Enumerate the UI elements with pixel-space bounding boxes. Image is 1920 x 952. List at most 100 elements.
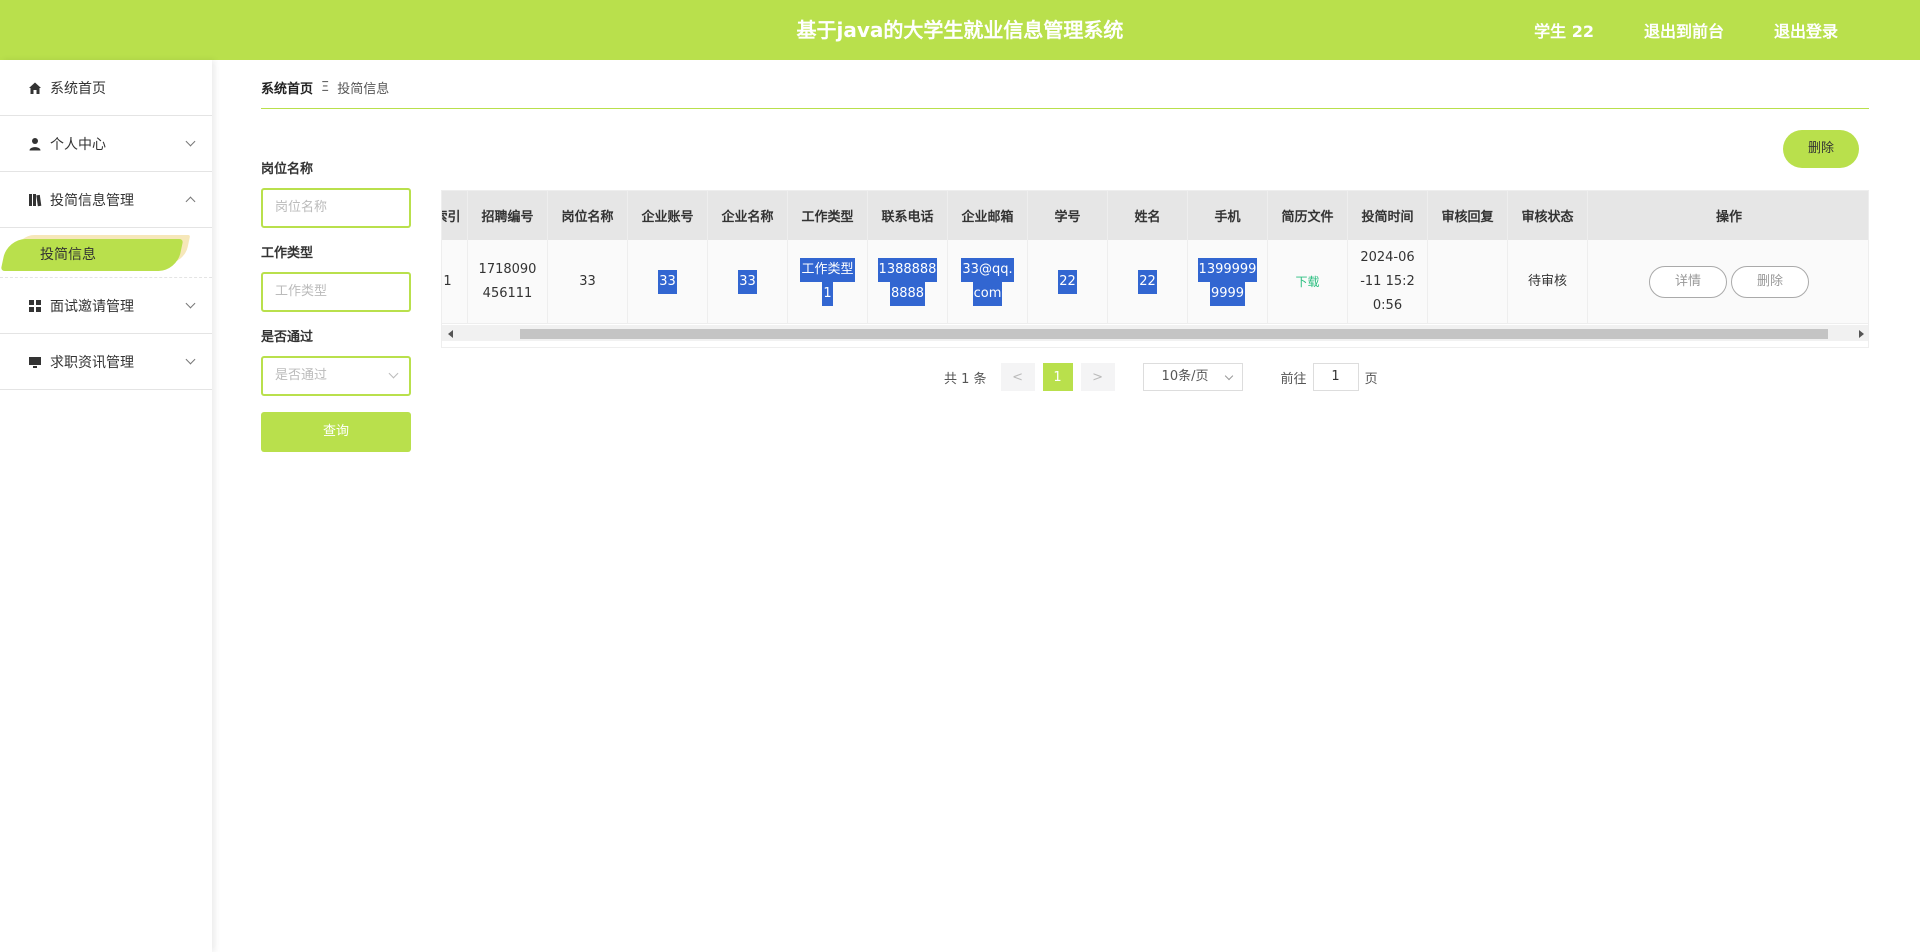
sidebar-item-label: 投简信息管理 (50, 192, 134, 209)
pager-goto-input[interactable]: 1 (1312, 363, 1359, 391)
chevron-down-icon (185, 298, 196, 309)
chevron-down-icon (185, 136, 196, 147)
sidebar-item-news-management[interactable]: 求职资讯管理 (0, 334, 212, 390)
pager-next-button[interactable]: > (1080, 363, 1115, 391)
cell-text: 33 (738, 269, 757, 294)
book-icon (28, 193, 42, 207)
breadcrumb-divider (261, 108, 1869, 109)
header-company-account: 企业账号 (628, 191, 708, 240)
breadcrumb-separator: Ξ (321, 80, 330, 95)
chevron-down-icon (388, 368, 399, 379)
user-name[interactable]: 学生 22 (1534, 18, 1594, 42)
query-button[interactable]: 查询 (261, 412, 411, 452)
sidebar-item-label: 面试邀请管理 (50, 298, 134, 315)
cell-phone: 1388888 8888 (868, 240, 948, 323)
cell-text: 1388888 (877, 257, 938, 282)
pager-unit: 页 (1364, 371, 1378, 387)
breadcrumb: 系统首页 Ξ 投简信息 (261, 78, 389, 97)
cell-text: 1 (822, 281, 833, 306)
sidebar-item-resume-management[interactable]: 投简信息管理 (0, 172, 212, 228)
sidebar-item-label: 个人中心 (50, 136, 106, 153)
header-job-no: 招聘编号 (468, 191, 548, 240)
cell-text: 22 (1058, 269, 1077, 294)
header-name: 姓名 (1108, 191, 1188, 240)
scroll-right-icon[interactable] (1859, 330, 1864, 338)
position-label: 岗位名称 (261, 162, 314, 177)
cell-text: 工作类型 (800, 257, 855, 282)
sidebar-item-label: 系统首页 (50, 80, 106, 97)
table-row: 1 1718090 456111 33 33 33 工作类型 1 1388888… (442, 240, 1868, 324)
cell-text: 1718090 (478, 261, 537, 277)
scrollbar-thumb[interactable] (520, 329, 1828, 339)
grid-icon (28, 299, 42, 313)
header-company-name: 企业名称 (708, 191, 788, 240)
page-size-select[interactable]: 10条/页 (1142, 363, 1243, 391)
cell-text: -11 15:2 (1360, 273, 1415, 289)
cell-text: 1399999 (1197, 257, 1258, 282)
cell-index: 1 (442, 240, 468, 323)
cell-resume: 下载 (1268, 240, 1348, 323)
back-to-front-link[interactable]: 退出到前台 (1644, 18, 1724, 42)
cell-actions: 详情 删除 (1588, 240, 1868, 323)
row-delete-button[interactable]: 删除 (1731, 265, 1809, 298)
breadcrumb-home[interactable]: 系统首页 (261, 78, 313, 97)
cell-text: 22 (1138, 269, 1157, 294)
sidebar-item-interview-management[interactable]: 面试邀请管理 (0, 278, 212, 334)
resume-download-link[interactable]: 下载 (1295, 270, 1319, 294)
sidebar-subitem-label: 投简信息 (40, 247, 96, 263)
horizontal-scrollbar[interactable] (442, 325, 1868, 341)
header-mobile: 手机 (1188, 191, 1268, 240)
scroll-left-icon[interactable] (448, 330, 453, 338)
cell-email: 33@qq. com (948, 240, 1028, 323)
cell-text: 456111 (482, 285, 533, 301)
cell-text: com (972, 281, 1003, 306)
top-bar: 基于java的大学生就业信息管理系统 学生 22 退出到前台 退出登录 (0, 0, 1920, 60)
pager-goto-label: 前往 (1280, 371, 1307, 387)
pass-select[interactable]: 是否通过 (261, 356, 411, 396)
header-work-type: 工作类型 (788, 191, 868, 240)
detail-button[interactable]: 详情 (1649, 265, 1727, 298)
position-input[interactable]: 岗位名称 (261, 188, 411, 228)
cell-job-no: 1718090 456111 (468, 240, 548, 323)
cell-text: 33 (658, 269, 677, 294)
pager-page-1[interactable]: 1 (1042, 363, 1073, 391)
cell-text: 8888 (889, 281, 926, 306)
filter-panel: 岗位名称 岗位名称 工作类型 工作类型 是否通过 是否通过 查询 (261, 160, 411, 452)
cell-name: 22 (1108, 240, 1188, 323)
cell-mobile: 1399999 9999 (1188, 240, 1268, 323)
sidebar: 系统首页 个人中心 投简信息管理 投简信息 面试邀请管理 求职资讯管理 (0, 60, 212, 952)
sidebar-item-profile[interactable]: 个人中心 (0, 116, 212, 172)
header-position: 岗位名称 (548, 191, 628, 240)
cell-text: 33@qq. (961, 257, 1014, 282)
cell-work-type: 工作类型 1 (788, 240, 868, 323)
breadcrumb-current: 投简信息 (337, 82, 390, 97)
cell-position: 33 (548, 240, 628, 323)
pass-label: 是否通过 (261, 330, 314, 345)
work-type-label: 工作类型 (261, 246, 314, 261)
header-reply: 审核回复 (1428, 191, 1508, 240)
home-icon (28, 81, 42, 95)
pager-prev-button[interactable]: < (1000, 363, 1035, 391)
chevron-down-icon (185, 354, 196, 365)
sidebar-subitem-resume-info[interactable]: 投简信息 (0, 228, 212, 278)
header-status: 审核状态 (1508, 191, 1588, 240)
work-type-input[interactable]: 工作类型 (261, 272, 411, 312)
header-email: 企业邮箱 (948, 191, 1028, 240)
sidebar-item-home[interactable]: 系统首页 (0, 60, 212, 116)
resume-table: 索引 招聘编号 岗位名称 企业账号 企业名称 工作类型 联系电话 企业邮箱 学号… (441, 190, 1869, 348)
chevron-up-icon (185, 196, 196, 207)
header-resume: 简历文件 (1268, 191, 1348, 240)
cell-reply (1428, 240, 1508, 323)
header-time: 投简时间 (1348, 191, 1428, 240)
monitor-icon (28, 355, 42, 369)
batch-delete-button[interactable]: 删除 (1783, 130, 1859, 168)
sidebar-item-label: 求职资讯管理 (50, 354, 134, 371)
header-index: 索引 (442, 191, 468, 240)
header-actions: 操作 (1715, 210, 1742, 225)
table-header: 索引 招聘编号 岗位名称 企业账号 企业名称 工作类型 联系电话 企业邮箱 学号… (442, 191, 1868, 240)
pass-select-placeholder: 是否通过 (275, 368, 328, 383)
cell-status: 待审核 (1508, 240, 1588, 323)
logout-link[interactable]: 退出登录 (1774, 18, 1838, 42)
cell-text: 0:56 (1372, 297, 1403, 313)
page-size-value: 10条/页 (1161, 369, 1209, 384)
